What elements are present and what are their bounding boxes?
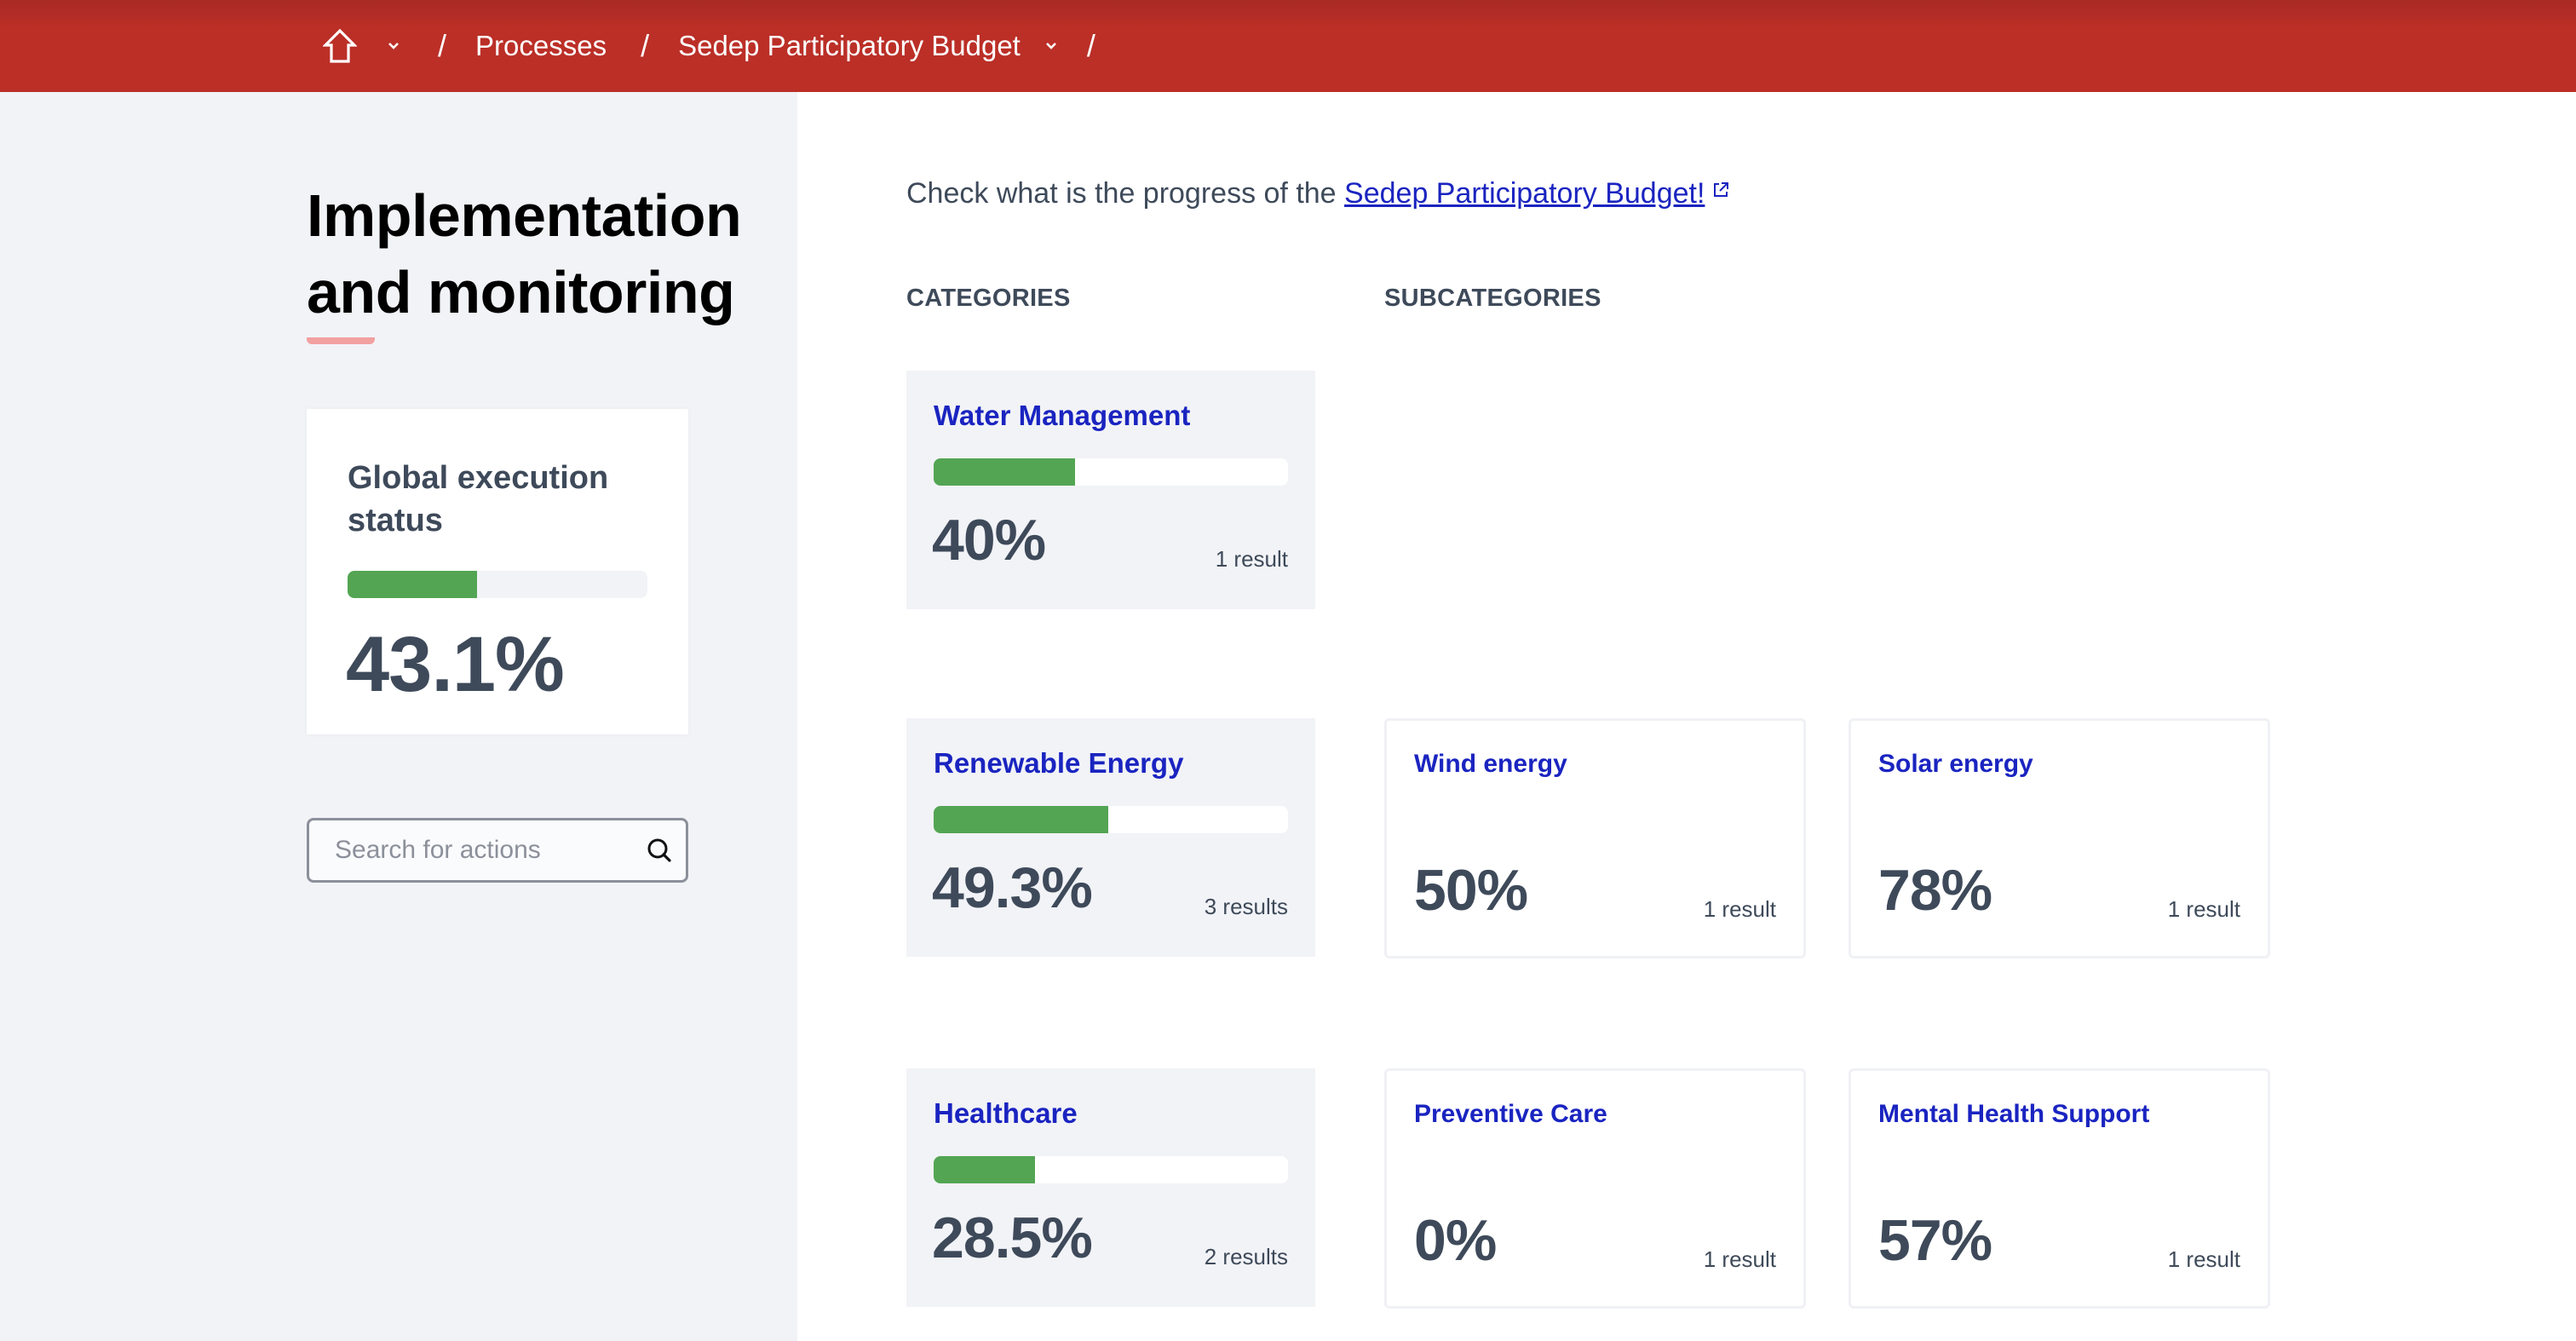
- subcategory-percentage: 50%: [1414, 858, 1528, 923]
- category-progress-bar: [934, 458, 1288, 486]
- subcategory-name[interactable]: Mental Health Support: [1878, 1100, 2149, 1129]
- breadcrumb-process[interactable]: Sedep Participatory Budget: [678, 30, 1021, 62]
- subcategory-result-count: 1 result: [1703, 1246, 1776, 1272]
- sidebar: Implementation and monitoring Global exe…: [0, 92, 797, 1341]
- search-input[interactable]: [335, 820, 633, 880]
- global-execution-card: Global execution status 43.1%: [307, 409, 688, 734]
- category-result-count: 1 result: [1215, 546, 1288, 572]
- category-progress-bar: [934, 806, 1288, 833]
- subcategory-result-count: 1 result: [2167, 896, 2240, 922]
- subcategory-name[interactable]: Preventive Care: [1414, 1100, 1607, 1129]
- category-name[interactable]: Healthcare: [934, 1097, 1078, 1130]
- subcategory-card-mental-health-support[interactable]: Mental Health Support 57% 1 result: [1849, 1068, 2270, 1309]
- category-progress-fill: [934, 1156, 1035, 1183]
- category-result-count: 3 results: [1204, 894, 1288, 919]
- category-result-count: 2 results: [1204, 1244, 1288, 1269]
- category-name[interactable]: Renewable Energy: [934, 747, 1183, 780]
- global-execution-value: 43.1%: [346, 621, 565, 708]
- category-percentage: 49.3%: [932, 855, 1093, 920]
- breadcrumb: / Processes / Sedep Participatory Budget…: [320, 0, 1124, 92]
- category-card-water-management[interactable]: Water Management 40% 1 result: [906, 371, 1315, 609]
- search-icon[interactable]: [645, 836, 674, 865]
- external-link-icon[interactable]: [1711, 174, 1730, 197]
- category-percentage: 40%: [932, 508, 1046, 573]
- intro-prefix: Check what is the progress of the: [906, 177, 1345, 210]
- title-underline: [307, 337, 375, 344]
- subcategory-card-solar-energy[interactable]: Solar energy 78% 1 result: [1849, 718, 2270, 958]
- subcategory-percentage: 78%: [1878, 858, 1992, 923]
- subcategory-result-count: 1 result: [2167, 1246, 2240, 1272]
- category-progress-fill: [934, 806, 1109, 833]
- subcategory-percentage: 0%: [1414, 1208, 1497, 1273]
- subcategory-card-preventive-care[interactable]: Preventive Care 0% 1 result: [1384, 1068, 1806, 1309]
- page-title: Implementation and monitoring: [307, 182, 742, 325]
- home-icon[interactable]: [320, 26, 359, 66]
- subcategory-name[interactable]: Solar energy: [1878, 750, 2033, 779]
- breadcrumb-separator: /: [641, 28, 650, 63]
- category-percentage: 28.5%: [932, 1206, 1093, 1270]
- subcategory-result-count: 1 result: [1703, 896, 1776, 922]
- global-execution-label: Global execution status: [348, 460, 609, 538]
- subcategory-percentage: 57%: [1878, 1208, 1992, 1273]
- global-progress-fill: [348, 571, 477, 598]
- category-progress-bar: [934, 1156, 1288, 1183]
- process-link[interactable]: Sedep Participatory Budget!: [1344, 177, 1705, 210]
- breadcrumb-separator: /: [1086, 28, 1095, 63]
- categories-heading: CATEGORIES: [906, 285, 1071, 312]
- breadcrumb-processes[interactable]: Processes: [475, 30, 607, 62]
- category-card-healthcare[interactable]: Healthcare 28.5% 2 results: [906, 1068, 1315, 1307]
- category-progress-fill: [934, 458, 1076, 486]
- search-box: [307, 818, 688, 883]
- home-dropdown-chevron-icon[interactable]: [383, 42, 404, 50]
- subcategory-name[interactable]: Wind energy: [1414, 750, 1567, 779]
- top-bar: / Processes / Sedep Participatory Budget…: [0, 0, 2576, 92]
- category-name[interactable]: Water Management: [934, 400, 1190, 432]
- global-progress-bar: [348, 571, 647, 598]
- process-dropdown-chevron-icon[interactable]: [1041, 42, 1061, 50]
- main-content: Check what is the progress of the Sedep …: [797, 92, 2576, 1341]
- subcategory-card-wind-energy[interactable]: Wind energy 50% 1 result: [1384, 718, 1806, 958]
- intro-text: Check what is the progress of the Sedep …: [906, 174, 1730, 210]
- subcategories-heading: SUBCATEGORIES: [1384, 285, 1601, 312]
- breadcrumb-separator: /: [438, 28, 447, 63]
- category-card-renewable-energy[interactable]: Renewable Energy 49.3% 3 results: [906, 718, 1315, 957]
